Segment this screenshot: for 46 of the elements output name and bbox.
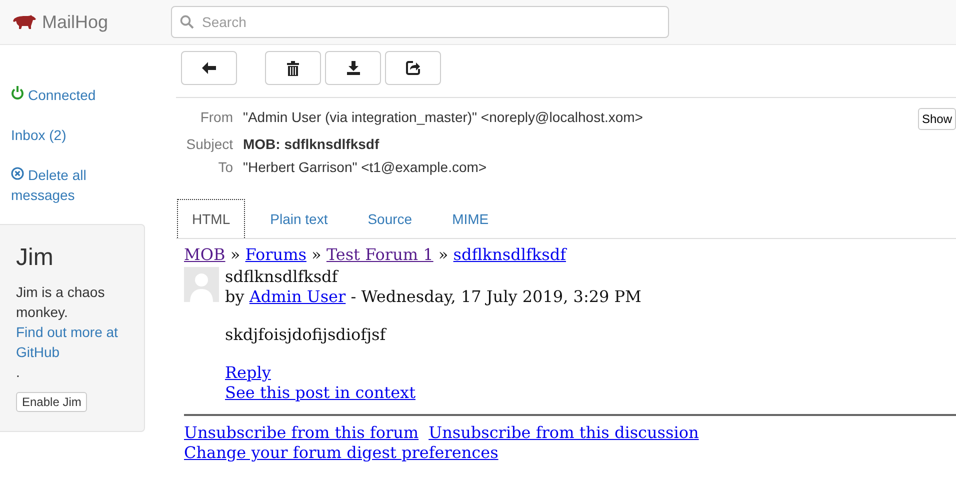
inbox-link[interactable]: Inbox (2) <box>11 125 121 145</box>
release-button[interactable] <box>385 51 441 85</box>
footer-link[interactable]: Unsubscribe from this discussion <box>428 423 699 443</box>
header-label: From <box>199 108 233 127</box>
header-value: "Admin User (via integration_master)" <noreply@localhost.xom> <box>243 108 644 127</box>
enable-jim-button[interactable]: Enable Jim <box>16 392 88 412</box>
breadcrumb-separator: » <box>437 245 450 264</box>
download-icon <box>346 61 360 75</box>
pig-logo-icon <box>12 14 36 30</box>
header-value: MOB: sdflknsdlfksdf <box>243 135 380 153</box>
breadcrumb-link[interactable]: MOB <box>184 245 226 264</box>
post-message: skdjfoisjdofijsdiofjsf <box>225 325 388 345</box>
header-label: To <box>217 158 233 176</box>
avatar-icon <box>184 267 219 302</box>
github-link[interactable]: Find out more at GitHub <box>16 322 128 362</box>
view-tab[interactable]: HTML <box>177 199 246 238</box>
connection-status[interactable]: Connected <box>11 85 121 105</box>
header-label: Subject <box>185 135 233 153</box>
post-action-link[interactable]: Reply <box>225 363 271 382</box>
author-link[interactable]: Admin User <box>249 287 346 306</box>
search-field[interactable]: Search <box>171 6 669 38</box>
close-circle-icon <box>11 167 24 180</box>
delete-all-link[interactable]: Delete all messages <box>11 165 121 205</box>
post-title: sdflknsdlfksdf <box>225 267 340 287</box>
brand-name[interactable]: MailHog <box>42 12 108 32</box>
back-button[interactable] <box>181 51 237 85</box>
back-arrow-icon <box>202 62 216 74</box>
footer-link[interactable]: Change your forum digest preferences <box>184 443 498 463</box>
search-icon <box>180 15 194 29</box>
trash-icon <box>287 60 299 76</box>
power-icon <box>11 86 24 100</box>
share-icon <box>406 61 420 75</box>
breadcrumb-separator: » <box>229 245 242 264</box>
breadcrumb-link[interactable]: Test Forum 1 <box>326 245 434 264</box>
breadcrumb-link[interactable]: sdflknsdlfksdf <box>453 245 566 264</box>
footer-link[interactable]: Unsubscribe from this forum <box>184 423 419 443</box>
delete-button[interactable] <box>265 51 321 85</box>
header-value: "Herbert Garrison" <t1@example.com> <box>243 158 488 176</box>
post-action-link[interactable]: See this post in context <box>225 383 416 402</box>
jim-title: Jim <box>16 244 54 272</box>
jim-description: Jim is a chaos monkey. Find out more at GitHub . <box>16 282 128 382</box>
post-byline: by Admin User - Wednesday, 17 July 2019, 3:29 PM <box>225 287 642 307</box>
breadcrumb-link[interactable]: Forums <box>245 245 306 264</box>
breadcrumb-separator: » <box>310 245 322 264</box>
show-headers-button[interactable]: Show <box>918 108 956 130</box>
download-button[interactable] <box>325 51 381 85</box>
